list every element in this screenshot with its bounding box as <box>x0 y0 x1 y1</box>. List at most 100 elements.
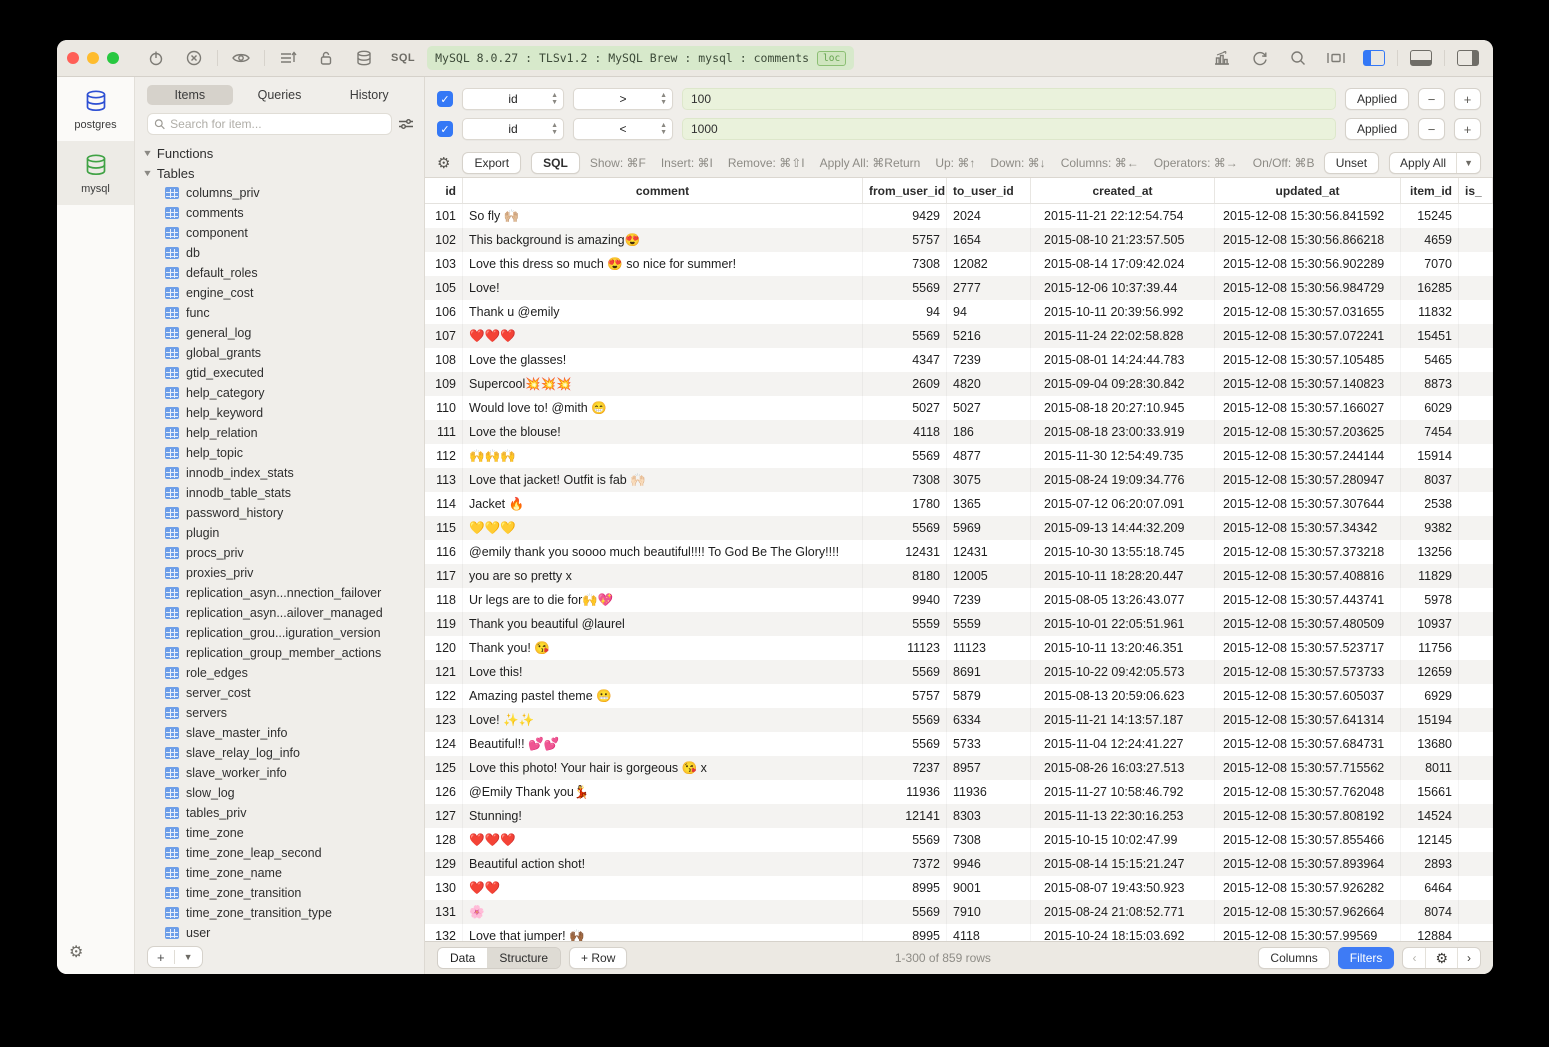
cell-to-user-id[interactable]: 7239 <box>947 588 1031 612</box>
cell-is[interactable] <box>1459 732 1493 756</box>
cell-id[interactable]: 107 <box>425 324 463 348</box>
cell-updated-at[interactable]: 2015-12-08 15:30:57.031655 <box>1215 300 1401 324</box>
cell-to-user-id[interactable]: 4820 <box>947 372 1031 396</box>
cell-item-id[interactable]: 8873 <box>1401 372 1459 396</box>
cell-to-user-id[interactable]: 5027 <box>947 396 1031 420</box>
table-row[interactable]: 108 Love the glasses! 4347 7239 2015-08-… <box>425 348 1493 372</box>
cell-is[interactable] <box>1459 372 1493 396</box>
cell-from-user-id[interactable]: 12431 <box>863 540 947 564</box>
cell-is[interactable] <box>1459 900 1493 924</box>
table-row[interactable]: 122 Amazing pastel theme 😬 5757 5879 201… <box>425 684 1493 708</box>
cell-comment[interactable]: Love this photo! Your hair is gorgeous 😘… <box>463 756 863 780</box>
cell-to-user-id[interactable]: 5733 <box>947 732 1031 756</box>
table-row[interactable]: 121 Love this! 5569 8691 2015-10-22 09:4… <box>425 660 1493 684</box>
cell-to-user-id[interactable]: 1365 <box>947 492 1031 516</box>
cell-created-at[interactable]: 2015-09-13 14:44:32.209 <box>1031 516 1215 540</box>
table-row[interactable]: 101 So fly 🙌🏼 9429 2024 2015-11-21 22:12… <box>425 204 1493 228</box>
cell-from-user-id[interactable]: 8180 <box>863 564 947 588</box>
cell-id[interactable]: 106 <box>425 300 463 324</box>
table-row[interactable]: 125 Love this photo! Your hair is gorgeo… <box>425 756 1493 780</box>
cell-updated-at[interactable]: 2015-12-08 15:30:57.962664 <box>1215 900 1401 924</box>
cell-item-id[interactable]: 7454 <box>1401 420 1459 444</box>
zoom-window-button[interactable] <box>107 52 119 64</box>
sql-editor-icon[interactable]: SQL <box>391 52 415 64</box>
cell-created-at[interactable]: 2015-08-05 13:26:43.077 <box>1031 588 1215 612</box>
tree-group-tables[interactable]: ▼ Tables <box>143 163 424 183</box>
search-input[interactable] <box>170 117 385 131</box>
cell-comment[interactable]: ❤️❤️❤️ <box>463 828 863 852</box>
cell-created-at[interactable]: 2015-10-22 09:42:05.573 <box>1031 660 1215 684</box>
cell-is[interactable] <box>1459 300 1493 324</box>
sort-list-icon[interactable] <box>273 47 303 69</box>
filter-operator-select[interactable]: < ▲▼ <box>573 118 673 140</box>
cell-comment[interactable]: 🙌🙌🙌 <box>463 444 863 468</box>
cell-comment[interactable]: Love the glasses! <box>463 348 863 372</box>
cell-created-at[interactable]: 2015-08-13 20:59:06.623 <box>1031 684 1215 708</box>
table-row[interactable]: 102 This background is amazing😍 5757 165… <box>425 228 1493 252</box>
cell-created-at[interactable]: 2015-10-30 13:55:18.745 <box>1031 540 1215 564</box>
cell-updated-at[interactable]: 2015-12-08 15:30:57.280947 <box>1215 468 1401 492</box>
table-row[interactable]: 103 Love this dress so much 😍 so nice fo… <box>425 252 1493 276</box>
cell-updated-at[interactable]: 2015-12-08 15:30:57.166027 <box>1215 396 1401 420</box>
cell-id[interactable]: 111 <box>425 420 463 444</box>
apply-all-split-button[interactable]: Apply All ▼ <box>1389 152 1481 174</box>
cell-created-at[interactable]: 2015-10-11 20:39:56.992 <box>1031 300 1215 324</box>
cell-item-id[interactable]: 5978 <box>1401 588 1459 612</box>
sidebar-table-item[interactable]: help_keyword <box>143 403 424 423</box>
cell-comment[interactable]: Love that jumper! 🙌🏾 <box>463 924 863 941</box>
add-row-button[interactable]: + Row <box>569 947 627 969</box>
cell-from-user-id[interactable]: 7237 <box>863 756 947 780</box>
add-item-split-button[interactable]: + ▼ <box>147 946 203 968</box>
cell-from-user-id[interactable]: 5569 <box>863 276 947 300</box>
table-row[interactable]: 119 Thank you beautiful @laurel 5559 555… <box>425 612 1493 636</box>
cell-item-id[interactable]: 8011 <box>1401 756 1459 780</box>
cell-updated-at[interactable]: 2015-12-08 15:30:57.480509 <box>1215 612 1401 636</box>
remove-filter-button[interactable]: − <box>1418 118 1445 140</box>
cell-is[interactable] <box>1459 468 1493 492</box>
add-icon[interactable]: + <box>148 947 174 967</box>
cell-id[interactable]: 129 <box>425 852 463 876</box>
cell-updated-at[interactable]: 2015-12-08 15:30:57.605037 <box>1215 684 1401 708</box>
sidebar-table-item[interactable]: help_relation <box>143 423 424 443</box>
cell-updated-at[interactable]: 2015-12-08 15:30:57.762048 <box>1215 780 1401 804</box>
cell-to-user-id[interactable]: 8957 <box>947 756 1031 780</box>
cell-created-at[interactable]: 2015-11-21 22:12:54.754 <box>1031 204 1215 228</box>
columns-button[interactable]: Columns <box>1258 947 1329 969</box>
cell-is[interactable] <box>1459 516 1493 540</box>
cell-is[interactable] <box>1459 756 1493 780</box>
cell-updated-at[interactable]: 2015-12-08 15:30:57.573733 <box>1215 660 1401 684</box>
filter-sliders-icon[interactable] <box>398 117 414 131</box>
cell-from-user-id[interactable]: 5569 <box>863 516 947 540</box>
cell-from-user-id[interactable]: 9429 <box>863 204 947 228</box>
sidebar-table-item[interactable]: gtid_executed <box>143 363 424 383</box>
refresh-icon[interactable] <box>1245 47 1275 69</box>
item-search-field[interactable] <box>147 113 392 135</box>
cell-created-at[interactable]: 2015-08-07 19:43:50.923 <box>1031 876 1215 900</box>
cell-updated-at[interactable]: 2015-12-08 15:30:57.443741 <box>1215 588 1401 612</box>
cell-from-user-id[interactable]: 94 <box>863 300 947 324</box>
table-row[interactable]: 116 @emily thank you soooo much beautifu… <box>425 540 1493 564</box>
cell-to-user-id[interactable]: 5879 <box>947 684 1031 708</box>
remove-filter-button[interactable]: − <box>1418 88 1445 110</box>
cell-comment[interactable]: you are so pretty x <box>463 564 863 588</box>
sidebar-table-item[interactable]: role_edges <box>143 663 424 683</box>
cell-created-at[interactable]: 2015-08-01 14:24:44.783 <box>1031 348 1215 372</box>
sidebar-table-item[interactable]: func <box>143 303 424 323</box>
cell-item-id[interactable]: 5465 <box>1401 348 1459 372</box>
sidebar-table-item[interactable]: time_zone_leap_second <box>143 843 424 863</box>
filter-settings-gear-icon[interactable]: ⚙ <box>437 154 450 172</box>
sidebar-table-item[interactable]: slow_log <box>143 783 424 803</box>
cell-from-user-id[interactable]: 5027 <box>863 396 947 420</box>
cell-id[interactable]: 132 <box>425 924 463 941</box>
cell-comment[interactable]: Thank you beautiful @laurel <box>463 612 863 636</box>
table-row[interactable]: 109 Supercool💥💥💥 2609 4820 2015-09-04 09… <box>425 372 1493 396</box>
cell-created-at[interactable]: 2015-10-01 22:05:51.961 <box>1031 612 1215 636</box>
cell-is[interactable] <box>1459 828 1493 852</box>
cell-id[interactable]: 101 <box>425 204 463 228</box>
cell-created-at[interactable]: 2015-11-04 12:24:41.227 <box>1031 732 1215 756</box>
cell-id[interactable]: 117 <box>425 564 463 588</box>
cell-to-user-id[interactable]: 11936 <box>947 780 1031 804</box>
chevron-down-icon[interactable]: ▼ <box>1456 153 1480 173</box>
sidebar-table-item[interactable]: procs_priv <box>143 543 424 563</box>
cell-from-user-id[interactable]: 5569 <box>863 324 947 348</box>
